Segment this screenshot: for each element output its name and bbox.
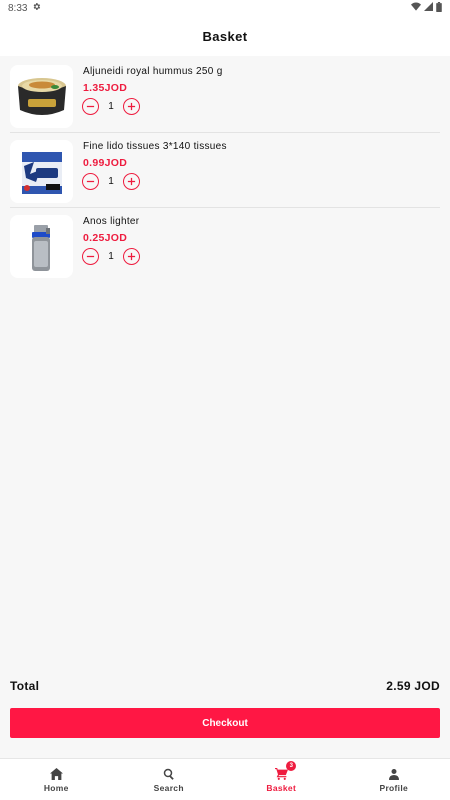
nav-label-home: Home [43,782,69,793]
decrease-quantity-button[interactable] [82,248,99,265]
increase-quantity-button[interactable] [123,173,140,190]
increase-quantity-button[interactable] [123,98,140,115]
item-name: Fine lido tissues 3*140 tissues [83,141,227,152]
minus-icon [86,180,95,183]
status-time: 8:33 [8,2,28,14]
minus-icon [86,255,95,258]
basket-item: Fine lido tissues 3*140 tissues 0.99JOD … [10,133,440,208]
signal-icon [424,2,433,14]
basket-list: Aljuneidi royal hummus 250 g 1.35JOD 1 F… [0,58,450,283]
nav-label-search: Search [153,782,184,793]
settings-gear-icon [32,2,41,14]
item-price: 0.99JOD [83,157,128,169]
cart-icon: 3 [274,760,297,781]
nav-label-basket: Basket [266,782,297,793]
decrease-quantity-button[interactable] [82,173,99,190]
hummus-jar-image [10,65,73,128]
status-right [411,1,442,15]
basket-screen: 8:33 Basket Aljuneidi royal hummus 250 g… [0,0,450,800]
person-icon [387,767,401,781]
quantity-value: 1 [108,101,114,112]
basket-item: Aljuneidi royal hummus 250 g 1.35JOD 1 [10,58,440,133]
home-icon [49,767,63,781]
item-price: 1.35JOD [83,82,128,94]
status-bar: 8:33 [0,0,450,16]
tissue-box-image [10,140,73,203]
total-label: Total [10,679,40,693]
increase-quantity-button[interactable] [123,248,140,265]
cart-count-badge: 3 [286,760,297,771]
plus-icon [127,252,136,261]
quantity-stepper: 1 [82,173,140,190]
minus-icon [86,105,95,108]
wifi-icon [411,2,421,14]
app-bar: Basket [0,16,450,56]
nav-item-home[interactable]: Home [0,759,113,800]
item-name: Anos lighter [83,216,140,227]
basket-item: Anos lighter 0.25JOD 1 [10,208,440,283]
quantity-value: 1 [108,251,114,262]
page-title: Basket [202,28,248,44]
battery-icon [436,1,442,15]
quantity-stepper: 1 [82,248,140,265]
checkout-button[interactable]: Checkout [10,708,440,738]
lighter-image [10,215,73,278]
total-value: 2.59 JOD [386,679,440,693]
nav-item-profile[interactable]: Profile [338,759,450,800]
search-icon [162,767,176,781]
nav-item-basket[interactable]: 3 Basket [225,759,338,800]
nav-item-search[interactable]: Search [113,759,226,800]
item-price: 0.25JOD [83,232,128,244]
quantity-stepper: 1 [82,98,140,115]
item-name: Aljuneidi royal hummus 250 g [83,66,223,77]
status-left: 8:33 [8,2,41,14]
total-row: Total 2.59 JOD [10,677,440,695]
bottom-navigation: Home Search 3 Basket Profile [0,758,450,800]
plus-icon [127,102,136,111]
plus-icon [127,177,136,186]
quantity-value: 1 [108,176,114,187]
decrease-quantity-button[interactable] [82,98,99,115]
nav-label-profile: Profile [379,782,409,793]
